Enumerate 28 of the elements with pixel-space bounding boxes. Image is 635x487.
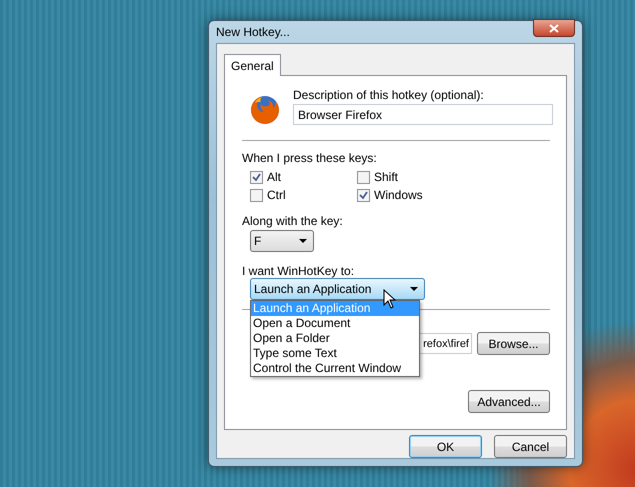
browse-button[interactable]: Browse... — [477, 332, 550, 355]
keys-label: When I press these keys: — [242, 151, 378, 165]
checkbox[interactable] — [250, 188, 263, 202]
firefox-logo-icon — [249, 94, 281, 126]
checkbox-label: Ctrl — [267, 188, 286, 202]
dropdown-option[interactable]: Open a Document — [251, 316, 419, 331]
key-dropdown[interactable]: F — [250, 230, 314, 252]
description-field[interactable]: Browser Firefox — [293, 104, 553, 125]
close-icon — [549, 24, 559, 32]
dropdown-arrow-icon — [410, 287, 418, 291]
checkbox-label: Alt — [267, 170, 282, 184]
description-label: Description of this hotkey (optional): — [293, 88, 485, 102]
checkbox-label: Windows — [374, 188, 423, 202]
window-title: New Hotkey... — [216, 25, 290, 39]
action-dropdown[interactable]: Launch an Application — [250, 278, 425, 300]
key-label: Along with the key: — [242, 214, 344, 228]
ok-button[interactable]: OK — [409, 435, 482, 458]
checkbox-label: Shift — [374, 170, 398, 184]
checkbox[interactable] — [357, 188, 370, 202]
cancel-button[interactable]: Cancel — [494, 435, 567, 458]
checkbox[interactable] — [357, 170, 370, 184]
dropdown-arrow-icon — [299, 239, 307, 243]
advanced-button[interactable]: Advanced... — [468, 390, 550, 413]
close-button[interactable] — [533, 19, 575, 37]
checkbox[interactable] — [250, 170, 263, 184]
action-label: I want WinHotKey to: — [242, 264, 356, 278]
dropdown-option[interactable]: Control the Current Window — [251, 361, 419, 376]
tab[interactable]: General — [224, 54, 281, 76]
